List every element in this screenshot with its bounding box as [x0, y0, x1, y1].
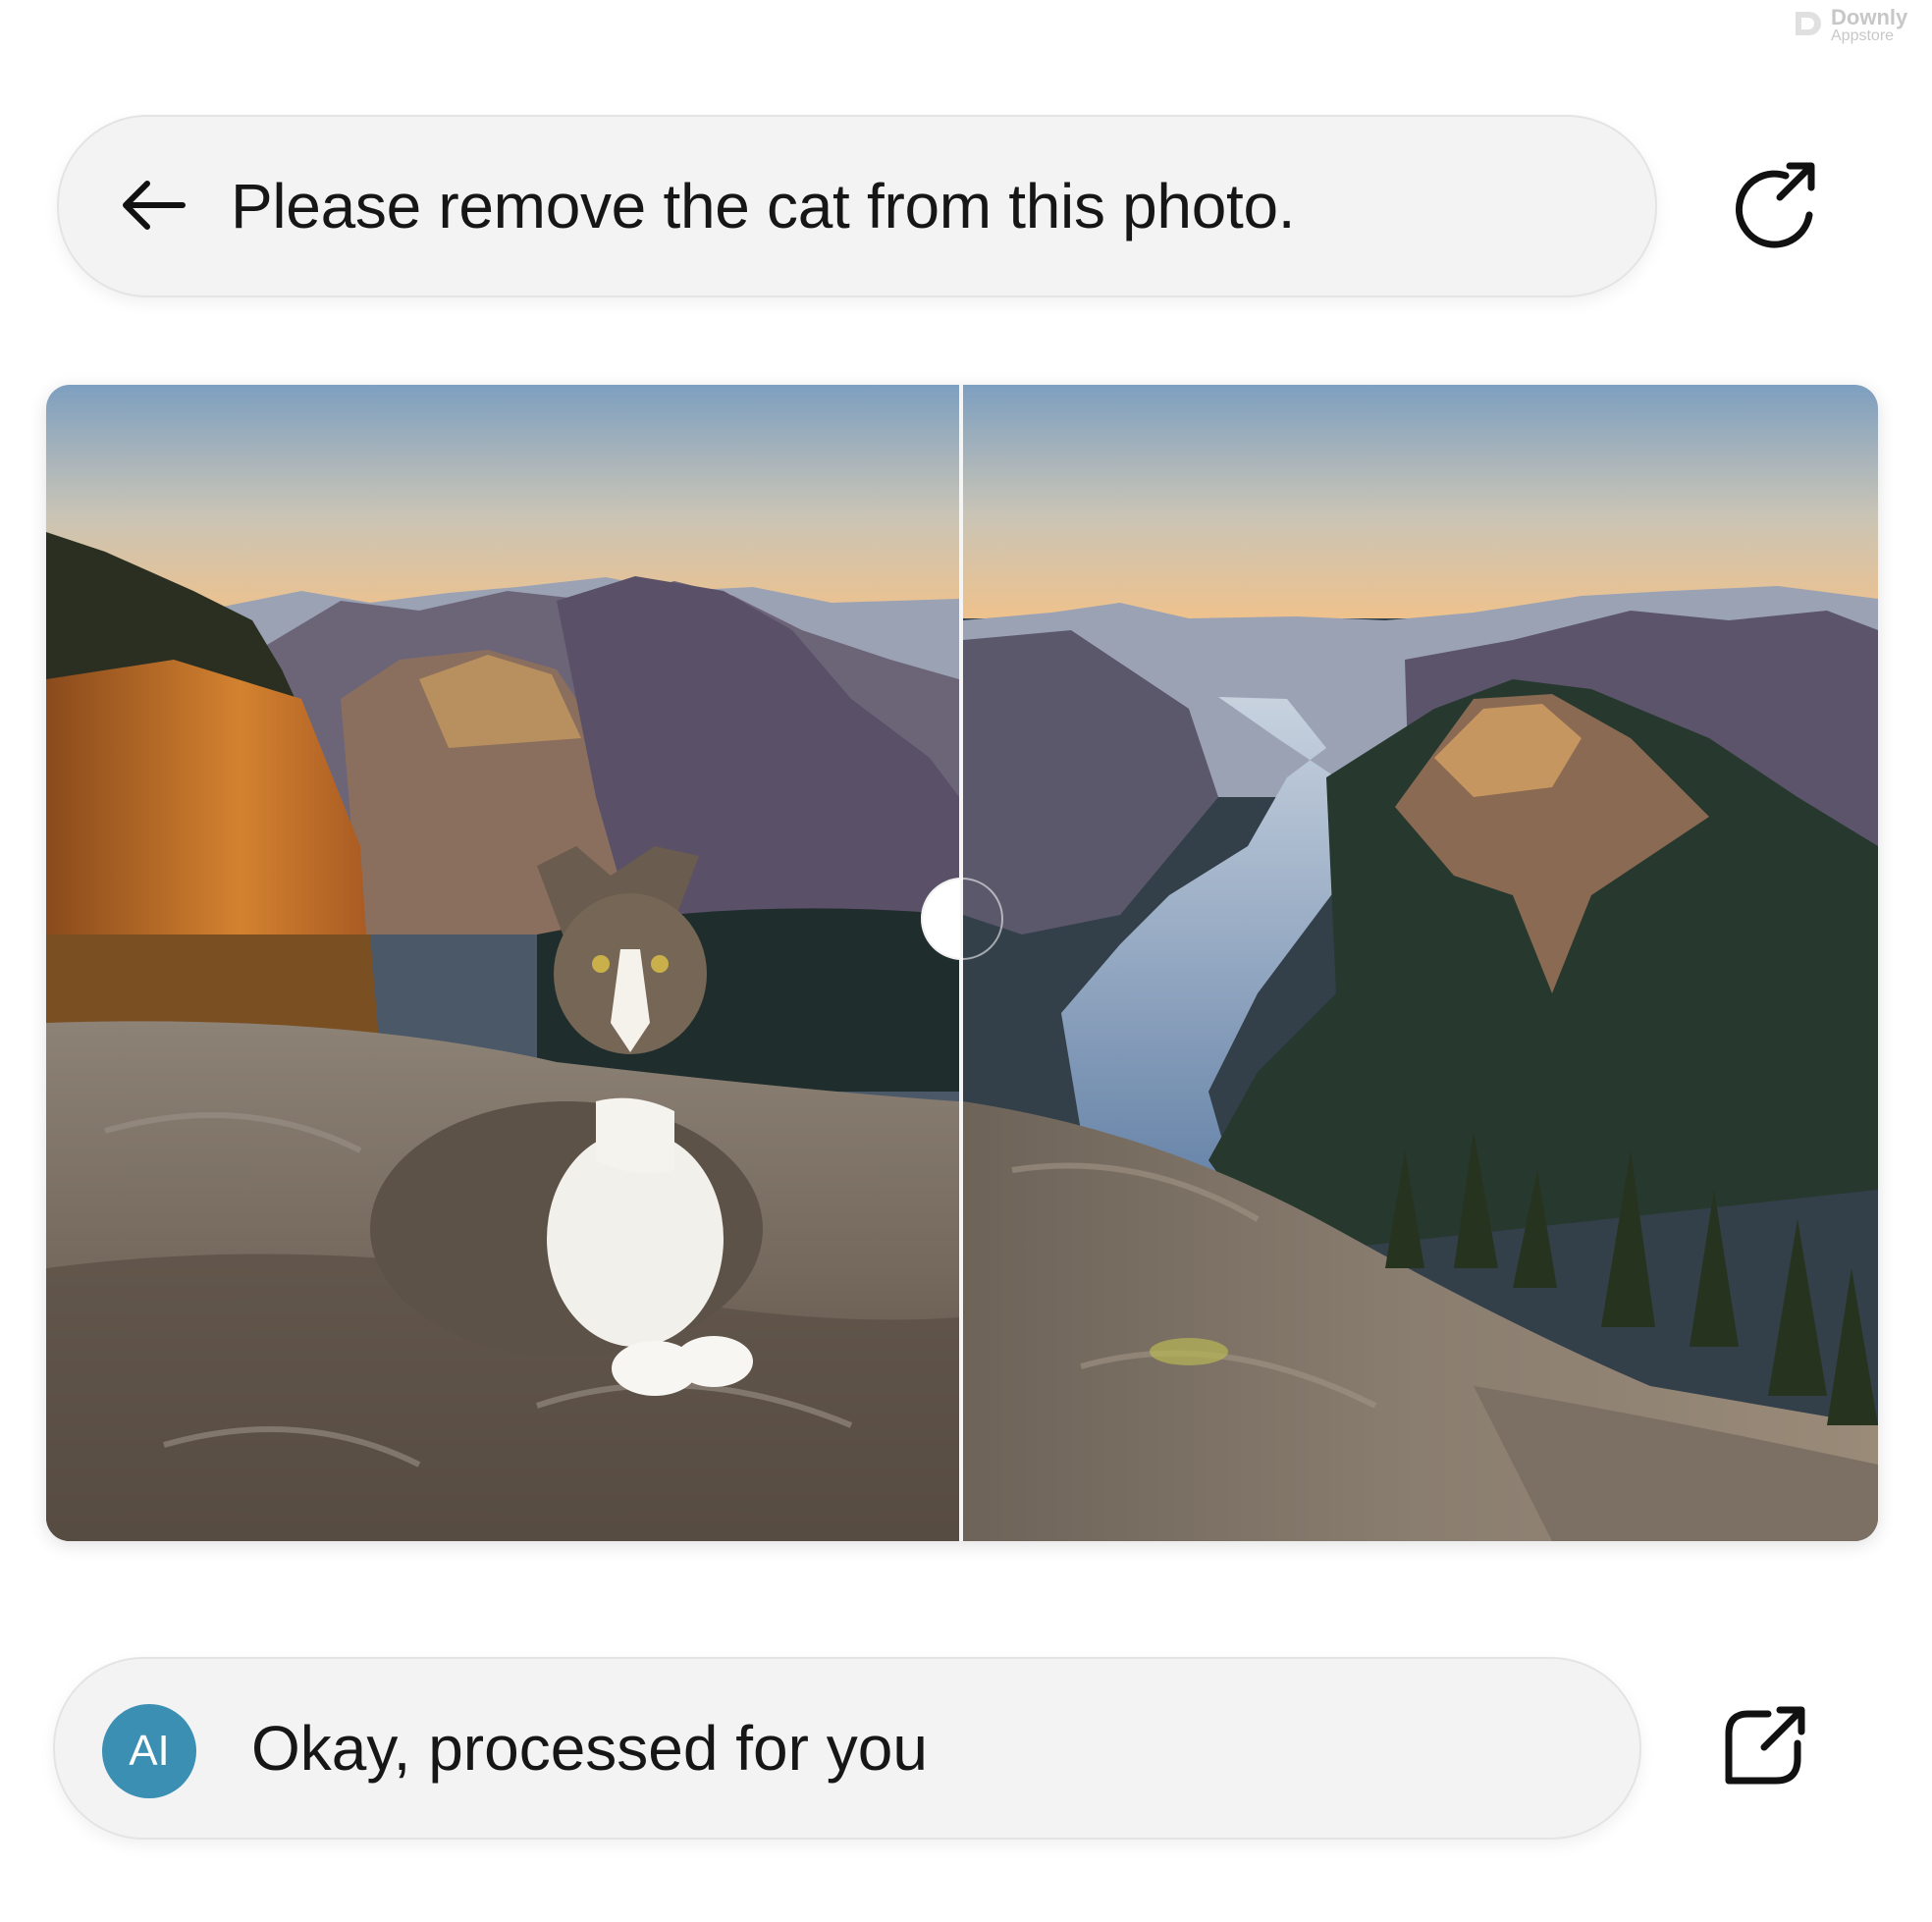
downly-watermark: Downly Appstore	[1790, 6, 1927, 45]
back-button[interactable]	[108, 166, 196, 244]
after-image	[963, 385, 1878, 1541]
downly-logo-icon	[1796, 12, 1821, 35]
refresh-external-icon	[1735, 162, 1815, 248]
share-external-icon	[1725, 1706, 1805, 1785]
user-prompt-bubble: Please remove the cat from this photo.	[57, 115, 1657, 297]
share-button[interactable]	[1710, 1693, 1818, 1801]
user-prompt-text: Please remove the cat from this photo.	[231, 171, 1296, 241]
before-after-comparison[interactable]	[46, 385, 1878, 1541]
arrow-left-icon	[123, 181, 186, 230]
compare-divider[interactable]	[959, 385, 963, 1541]
ai-reply-text: Okay, processed for you	[251, 1713, 928, 1784]
before-image	[46, 385, 959, 1541]
ai-avatar: AI	[102, 1704, 196, 1798]
watermark-name: Downly	[1831, 5, 1908, 29]
watermark-store: Appstore	[1831, 27, 1895, 44]
refresh-button[interactable]	[1720, 149, 1828, 257]
ai-reply-bubble: AI Okay, processed for you	[53, 1657, 1641, 1840]
